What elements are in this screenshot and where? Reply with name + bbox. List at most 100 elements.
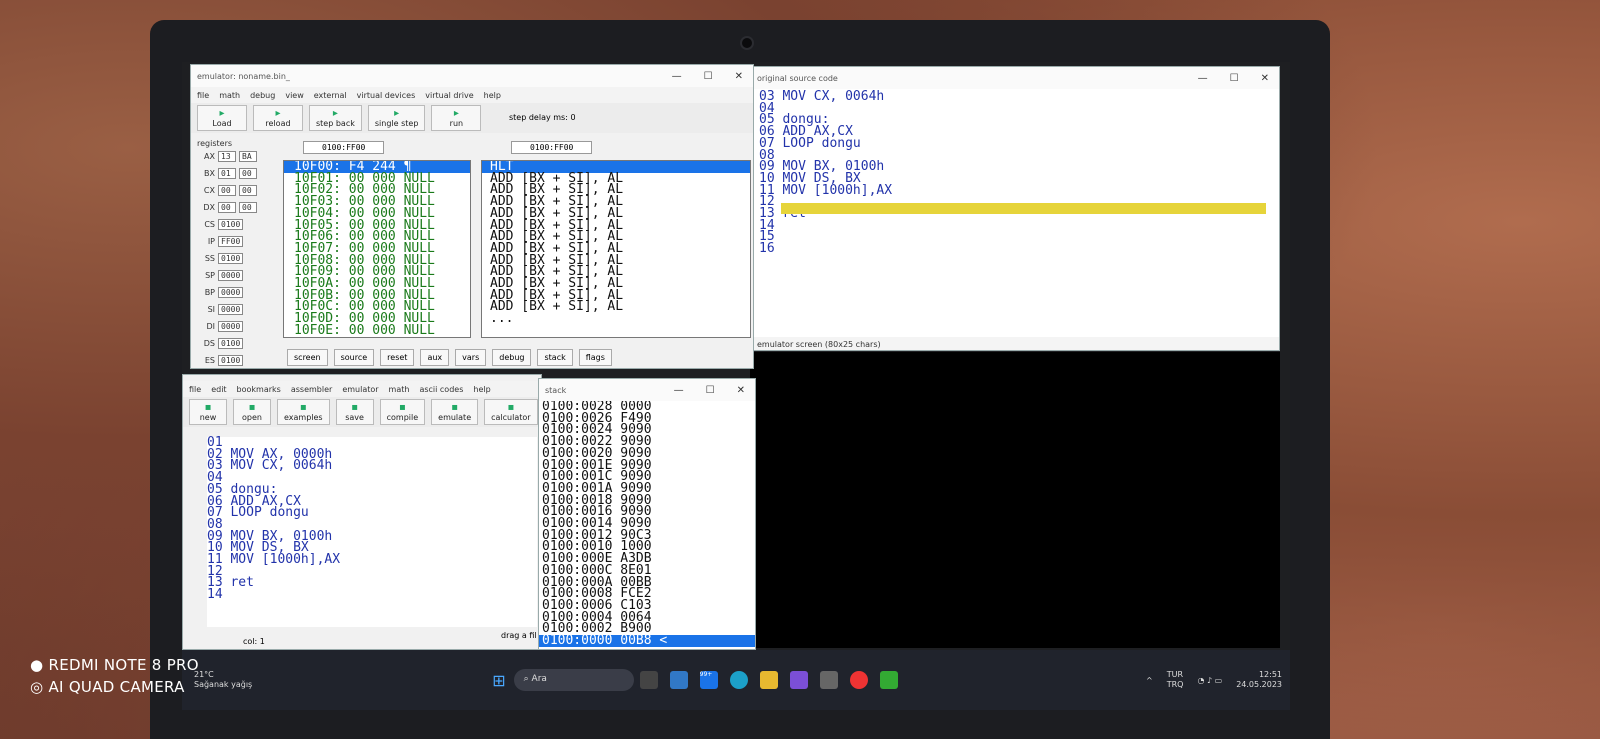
disassembly-list[interactable]: HLT ADD [BX + SI], AL ADD [BX + SI], AL ADD… <box>481 160 751 338</box>
clock[interactable]: 12:51 24.05.2023 <box>1236 670 1282 690</box>
source-code[interactable]: 03 MOV CX, 0064h 04 05 dongu: 06 ADD AX,CX 0… <box>759 90 892 255</box>
toolbar-button[interactable]: ▪ compile <box>379 399 426 425</box>
tab-stack[interactable]: stack <box>537 349 573 366</box>
menu-item[interactable]: ascii codes <box>419 385 463 394</box>
register-high[interactable]: 00 <box>218 185 236 196</box>
editor-code[interactable]: 01 02 MOV AX, 0000h 03 MOV CX, 0064h 04 05 d… <box>207 436 537 627</box>
register-value[interactable]: 0000 <box>218 287 244 298</box>
menu-item[interactable]: help <box>484 91 501 100</box>
menu-item[interactable]: virtual drive <box>425 91 473 100</box>
register-row: AX 13 BA <box>197 148 273 165</box>
tab-reset[interactable]: reset <box>380 349 415 366</box>
menu-item[interactable]: file <box>189 385 201 394</box>
memory-row[interactable]: 10F0E: 00 000 NULL <box>284 324 470 337</box>
folder-icon[interactable] <box>759 671 778 689</box>
register-value[interactable]: FF00 <box>218 236 244 247</box>
menu-item[interactable]: debug <box>250 91 275 100</box>
register-row: SI 0000 <box>197 301 273 318</box>
toolbar-icon: ▪ <box>351 402 358 413</box>
tab-flags[interactable]: flags <box>578 349 612 366</box>
register-row: BX 01 00 <box>197 165 273 182</box>
close-button[interactable]: ✕ <box>1261 73 1269 84</box>
register-value[interactable]: 0100 <box>218 253 244 264</box>
toolbar-label: new <box>199 413 217 422</box>
register-high[interactable]: 01 <box>218 168 236 179</box>
minimize-button[interactable]: — <box>674 385 684 396</box>
minimize-button[interactable]: — <box>672 71 682 82</box>
menu-item[interactable]: assembler <box>291 385 332 394</box>
tab-aux[interactable]: aux <box>420 349 450 366</box>
menu-item[interactable]: virtual devices <box>357 91 416 100</box>
register-name: IP <box>207 237 215 246</box>
windows-start-icon[interactable]: ⊞ <box>492 671 505 690</box>
task-view-icon[interactable] <box>639 671 658 689</box>
menu-item[interactable]: math <box>219 91 240 100</box>
menu-item[interactable]: edit <box>211 385 226 394</box>
toolbar-button[interactable]: ▸ step back <box>309 105 362 131</box>
language-indicator[interactable]: TUR TRQ <box>1167 670 1184 690</box>
toolbar-button[interactable]: ▸ single step <box>367 105 426 131</box>
toolbar-button[interactable]: ▪ calculator <box>484 399 538 425</box>
edge-icon[interactable] <box>729 671 748 689</box>
register-value[interactable]: 0100 <box>218 338 244 349</box>
weather-widget[interactable]: 21°C Sağanak yağış <box>194 670 252 690</box>
toolbar-button[interactable]: ▪ save <box>335 399 374 425</box>
visual-studio-icon[interactable] <box>789 671 808 689</box>
register-value[interactable]: 0100 <box>218 219 244 230</box>
minimize-button[interactable]: — <box>1198 73 1208 84</box>
toolbar-button[interactable]: ▸ reload <box>253 105 303 131</box>
disasm-row[interactable]: ADD [BX + SI], AL <box>482 301 750 314</box>
toolbar-button[interactable]: ▪ examples <box>277 399 330 425</box>
maximize-button[interactable]: ☐ <box>706 385 715 396</box>
menu-item[interactable]: view <box>285 91 303 100</box>
register-low[interactable]: BA <box>239 151 257 162</box>
stack-titlebar: stack — ☐ ✕ <box>539 379 755 401</box>
stack-row[interactable]: 0100:0000 00B8 < <box>539 634 755 647</box>
maximize-button[interactable]: ☐ <box>1230 73 1239 84</box>
register-low[interactable]: 00 <box>239 185 257 196</box>
register-value[interactable]: 0000 <box>218 321 244 332</box>
app-icon[interactable] <box>819 671 838 689</box>
register-high[interactable]: 13 <box>218 151 236 162</box>
register-value[interactable]: 0000 <box>218 304 244 315</box>
weather-text: Sağanak yağış <box>194 680 253 689</box>
emu8086-icon[interactable] <box>879 671 898 689</box>
register-high[interactable]: 00 <box>218 202 236 213</box>
toolbar-button[interactable]: ▪ new <box>189 399 227 425</box>
register-value[interactable]: 0000 <box>218 270 244 281</box>
chevron-up-icon[interactable]: ^ <box>1146 676 1153 685</box>
editor-line: 07 LOOP dongu <box>207 505 309 521</box>
disasm-row[interactable]: ... <box>482 312 750 325</box>
menu-item[interactable]: bookmarks <box>237 385 281 394</box>
close-button[interactable]: ✕ <box>737 385 745 396</box>
maximize-button[interactable]: ☐ <box>704 71 713 82</box>
search-box[interactable]: ⌕ Ara <box>513 669 634 691</box>
register-name: CS <box>204 220 215 229</box>
tab-source[interactable]: source <box>333 349 375 366</box>
wifi-icon[interactable]: ◔ ♪ ▭ <box>1197 676 1222 685</box>
memory-list[interactable]: 10F00: F4 244 ¶ 10F01: 00 000 NULL 10F02: … <box>283 160 471 338</box>
tab-vars[interactable]: vars <box>455 349 487 366</box>
emulator-screen-label: emulator screen (80x25 chars) <box>751 337 1279 350</box>
register-low[interactable]: 00 <box>239 202 257 213</box>
emulator-title: emulator: noname.bin_ <box>197 71 290 81</box>
menu-item[interactable]: help <box>473 385 490 394</box>
tab-debug[interactable]: debug <box>492 349 532 366</box>
stack-window: stack — ☐ ✕ 0100:0028 0000 0100:0026 F490 010… <box>538 378 756 650</box>
menu-item[interactable]: external <box>314 91 347 100</box>
mail-badge-icon[interactable]: 99+ <box>699 671 718 689</box>
register-value[interactable]: 0100 <box>218 355 244 366</box>
register-low[interactable]: 00 <box>239 168 257 179</box>
toolbar-button[interactable]: ▪ emulate <box>431 399 479 425</box>
tab-screen[interactable]: screen <box>287 349 328 366</box>
chrome-icon[interactable] <box>849 671 868 689</box>
toolbar-button[interactable]: ▪ open <box>233 399 271 425</box>
menu-item[interactable]: file <box>197 91 209 100</box>
toolbar-button[interactable]: ▸ run <box>431 105 482 131</box>
close-button[interactable]: ✕ <box>735 71 743 82</box>
chat-icon[interactable] <box>669 671 688 689</box>
menu-item[interactable]: math <box>389 385 410 394</box>
toolbar-button[interactable]: ▸ Load <box>197 105 247 131</box>
menu-item[interactable]: emulator <box>342 385 378 394</box>
stack-list[interactable]: 0100:0028 0000 0100:0026 F490 0100:0024 90… <box>539 401 755 649</box>
